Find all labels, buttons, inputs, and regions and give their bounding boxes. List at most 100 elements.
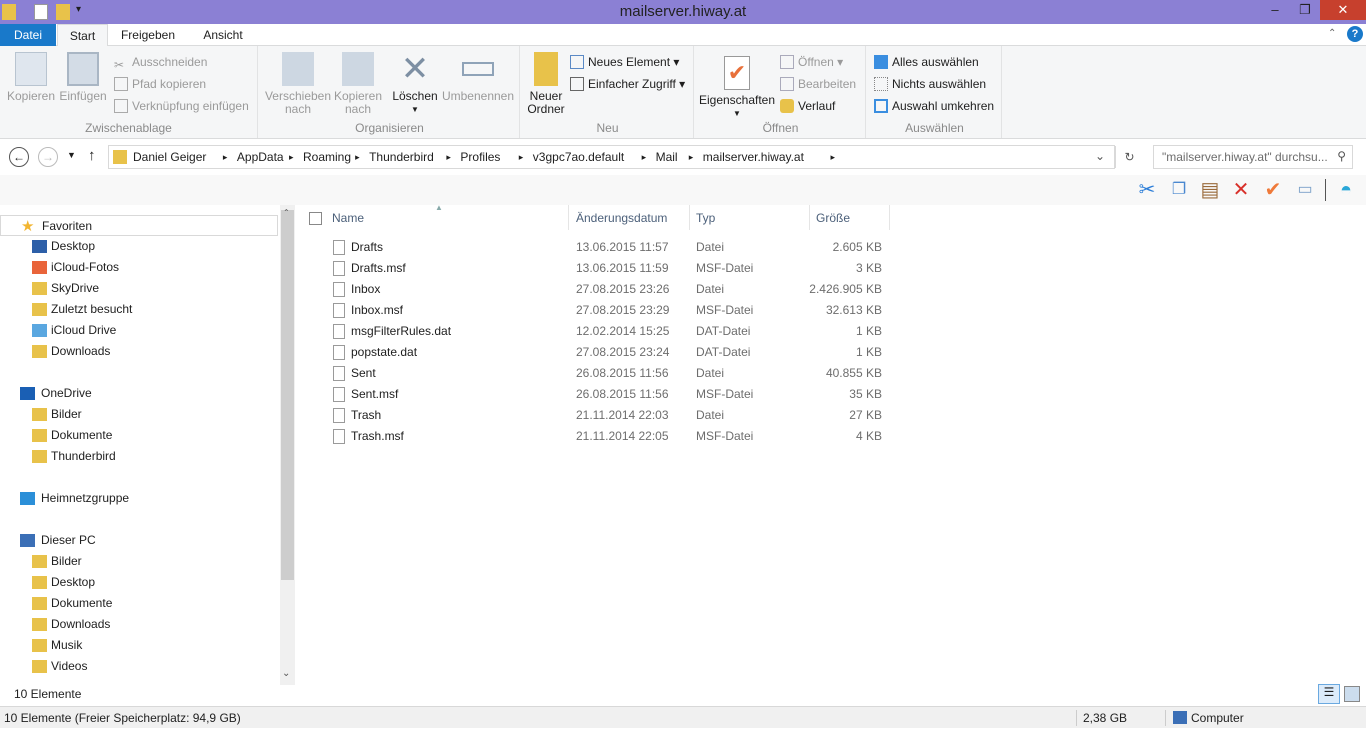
breadcrumb-chevron-icon[interactable]: ▸ — [831, 152, 836, 163]
close-button[interactable]: ✕ — [1320, 0, 1366, 20]
file-row[interactable]: Inbox 27.08.2015 23:26 Datei 2.426.905 K… — [330, 279, 890, 300]
cut-button[interactable]: ✂ Ausschneiden — [114, 52, 207, 72]
nav-item-bilder[interactable]: Bilder — [0, 551, 278, 572]
maximize-button[interactable]: ❐ — [1290, 0, 1320, 20]
search-input[interactable]: "mailserver.hiway.at" durchsu... ⚲ — [1153, 145, 1353, 169]
properties-button[interactable]: ✔ Eigenschaften ▼ — [698, 56, 776, 120]
nav-item-downloads[interactable]: Downloads — [0, 614, 278, 635]
breadcrumb-chevron-icon[interactable]: ▸ — [519, 152, 524, 163]
refresh-button[interactable]: ↻ — [1115, 146, 1143, 168]
breadcrumb-chevron-icon[interactable]: ▸ — [223, 152, 228, 163]
cut-icon[interactable]: ✂ — [1135, 178, 1159, 202]
select-none-button[interactable]: Nichts auswählen — [874, 74, 986, 94]
new-item-button[interactable]: Neues Element ▾ — [570, 52, 679, 72]
breadcrumb-item[interactable]: v3gpc7ao.default — [533, 150, 624, 164]
breadcrumb-item[interactable]: Thunderbird — [369, 150, 434, 164]
scroll-down-icon[interactable]: ⌄ — [282, 668, 290, 679]
nav-item-musik[interactable]: Musik — [0, 635, 278, 656]
edit-button[interactable]: Bearbeiten — [780, 74, 856, 94]
breadcrumb-chevron-icon[interactable]: ▸ — [689, 152, 694, 163]
tab-start[interactable]: Start — [57, 24, 108, 47]
column-header-size[interactable]: Größe — [816, 211, 850, 229]
file-row[interactable]: Sent 26.08.2015 11:56 Datei 40.855 KB — [330, 363, 890, 384]
rename-icon[interactable]: ▭ — [1293, 178, 1317, 202]
file-date: 27.08.2015 23:29 — [576, 303, 670, 317]
delete-icon[interactable]: ✕ — [1229, 178, 1253, 202]
scroll-up-icon[interactable]: ⌃ — [283, 208, 290, 217]
nav-item-icloud-fotos[interactable]: iCloud-Fotos — [0, 257, 278, 278]
copy-to-button[interactable]: Kopieren nach — [332, 52, 384, 116]
file-type: Datei — [696, 408, 725, 422]
copy-button[interactable]: Kopieren — [6, 52, 56, 103]
nav-item-desktop[interactable]: Desktop — [0, 236, 278, 257]
column-header-type[interactable]: Typ — [696, 211, 715, 229]
file-row[interactable]: msgFilterRules.dat 12.02.2014 15:25 DAT-… — [330, 321, 890, 342]
nav-item-heimnetzgruppe[interactable]: Heimnetzgruppe — [0, 488, 278, 509]
shell-icon[interactable]: ◓ — [1334, 178, 1358, 202]
file-row[interactable]: Drafts 13.06.2015 11:57 Datei 2.605 KB — [330, 237, 890, 258]
nav-item-icloud-drive[interactable]: iCloud Drive — [0, 320, 278, 341]
move-to-button[interactable]: Verschieben nach — [264, 52, 332, 116]
nav-item-bilder[interactable]: Bilder — [0, 404, 278, 425]
paste-button[interactable]: Einfügen — [58, 52, 108, 103]
new-folder-button[interactable]: Neuer Ordner — [524, 52, 568, 116]
minimize-ribbon-icon[interactable]: ⌃ — [1328, 28, 1336, 39]
file-row[interactable]: Inbox.msf 27.08.2015 23:29 MSF-Datei 32.… — [330, 300, 890, 321]
large-icons-view-button[interactable] — [1344, 686, 1360, 702]
checkmark-icon[interactable]: ✔ — [1261, 178, 1285, 202]
minimize-button[interactable]: – — [1260, 0, 1290, 20]
nav-item-desktop[interactable]: Desktop — [0, 572, 278, 593]
nav-item-downloads[interactable]: Downloads — [0, 341, 278, 362]
forward-button[interactable]: → — [38, 147, 58, 167]
tab-datei[interactable]: Datei — [0, 24, 56, 47]
nav-item-thunderbird[interactable]: Thunderbird — [0, 446, 278, 467]
recent-locations-button[interactable]: ▼ — [67, 150, 76, 160]
nav-item-favoriten[interactable]: ★ Favoriten — [0, 215, 278, 236]
nav-item-onedrive[interactable]: OneDrive — [0, 383, 278, 404]
delete-button[interactable]: ✕ Löschen ▼ — [390, 52, 440, 116]
breadcrumb-item[interactable]: Daniel Geiger — [133, 150, 206, 164]
breadcrumb-chevron-icon[interactable]: ▸ — [289, 152, 294, 163]
select-all-button[interactable]: Alles auswählen — [874, 52, 979, 72]
rename-button[interactable]: Umbenennen — [440, 52, 516, 103]
copy-path-button[interactable]: Pfad kopieren — [114, 74, 206, 94]
file-row[interactable]: Sent.msf 26.08.2015 11:56 MSF-Datei 35 K… — [330, 384, 890, 405]
breadcrumb-chevron-icon[interactable]: ▸ — [642, 152, 647, 163]
column-header-date[interactable]: Änderungsdatum — [576, 211, 667, 229]
breadcrumb-item[interactable]: mailserver.hiway.at — [703, 150, 804, 164]
breadcrumb-chevron-icon[interactable]: ▸ — [355, 152, 360, 163]
nav-item-zuletzt-besucht[interactable]: Zuletzt besucht — [0, 299, 278, 320]
file-row[interactable]: Trash.msf 21.11.2014 22:05 MSF-Datei 4 K… — [330, 426, 890, 447]
up-button[interactable]: ↑ — [88, 147, 96, 164]
open-button[interactable]: Öffnen ▾ — [780, 52, 843, 72]
address-dropdown-icon[interactable]: ⌄ — [1095, 149, 1105, 163]
invert-selection-button[interactable]: Auswahl umkehren — [874, 96, 994, 116]
address-bar[interactable]: Daniel Geiger ▸ AppData ▸ Roaming ▸ Thunderbir… — [108, 145, 1135, 169]
easy-access-button[interactable]: Einfacher Zugriff ▾ — [570, 74, 685, 94]
nav-item-dieser-pc[interactable]: Dieser PC — [0, 530, 278, 551]
file-row[interactable]: Drafts.msf 13.06.2015 11:59 MSF-Datei 3 … — [330, 258, 890, 279]
back-button[interactable]: ← — [9, 147, 29, 167]
details-view-button[interactable]: ☰ — [1318, 684, 1340, 704]
nav-scroll-thumb[interactable] — [281, 210, 294, 580]
paste-icon[interactable]: ▤ — [1198, 178, 1222, 202]
history-button[interactable]: Verlauf — [780, 96, 835, 116]
tab-freigeben[interactable]: Freigeben — [112, 24, 184, 47]
breadcrumb-item[interactable]: Mail — [656, 150, 678, 164]
nav-item-skydrive[interactable]: SkyDrive — [0, 278, 278, 299]
paste-shortcut-button[interactable]: Verknüpfung einfügen — [114, 96, 249, 116]
breadcrumb-chevron-icon[interactable]: ▸ — [446, 152, 451, 163]
column-header-name[interactable]: Name — [332, 211, 364, 229]
copy-icon[interactable]: ❐ — [1167, 178, 1191, 202]
breadcrumb-item[interactable]: Profiles — [460, 150, 500, 164]
breadcrumb-item[interactable]: AppData — [237, 150, 284, 164]
select-all-checkbox[interactable] — [309, 212, 322, 225]
breadcrumb-item[interactable]: Roaming — [303, 150, 351, 164]
help-icon[interactable]: ? — [1347, 26, 1363, 42]
nav-item-dokumente[interactable]: Dokumente — [0, 593, 278, 614]
nav-item-dokumente[interactable]: Dokumente — [0, 425, 278, 446]
tab-ansicht[interactable]: Ansicht — [190, 24, 256, 47]
file-row[interactable]: popstate.dat 27.08.2015 23:24 DAT-Datei … — [330, 342, 890, 363]
file-row[interactable]: Trash 21.11.2014 22:03 Datei 27 KB — [330, 405, 890, 426]
nav-item-videos[interactable]: Videos — [0, 656, 278, 677]
